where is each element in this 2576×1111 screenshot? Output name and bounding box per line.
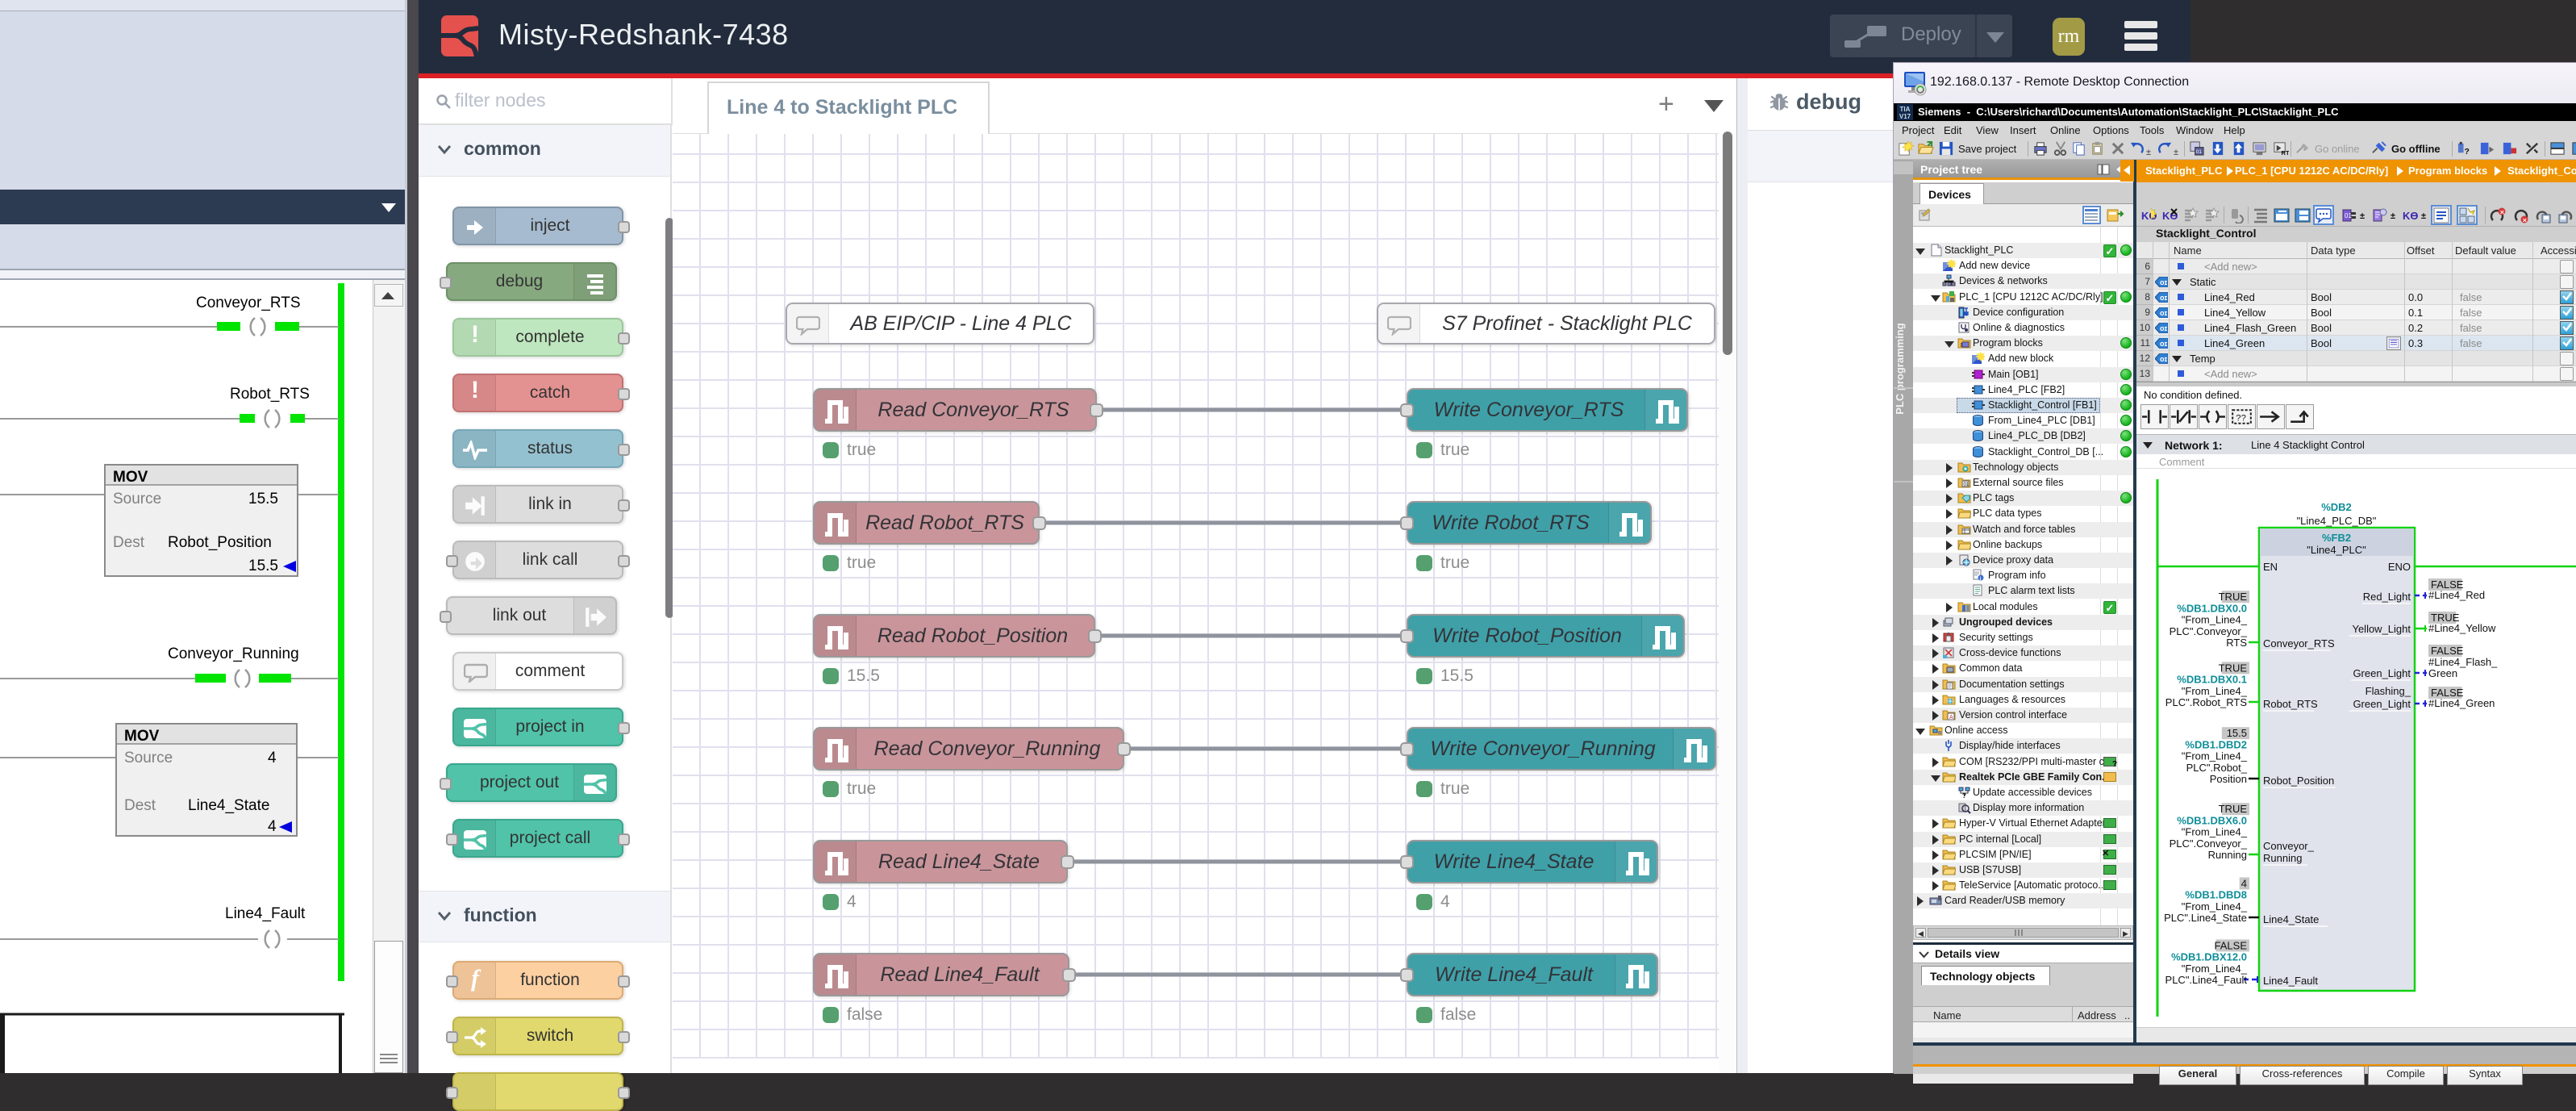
svg-text:"Line4_PLC": "Line4_PLC" (2307, 544, 2366, 556)
svg-text:PLC".Line4_State: PLC".Line4_State (2164, 912, 2247, 924)
svg-text:#Line4_Yellow: #Line4_Yellow (2428, 622, 2496, 634)
svg-text:Robot_Position: Robot_Position (2263, 775, 2334, 787)
svg-text:✕: ✕ (2523, 219, 2528, 224)
svg-text:"From_Line4_: "From_Line4_ (2182, 900, 2248, 913)
svg-text:%DB1.DBX12.0: %DB1.DBX12.0 (2171, 951, 2247, 963)
svg-text:TRUE: TRUE (2219, 662, 2248, 674)
svg-text:#Line4_Flash_: #Line4_Flash_ (2428, 656, 2498, 668)
svg-text:οɪ: οɪ (2160, 309, 2167, 317)
svg-text:RT: RT (2281, 149, 2289, 157)
svg-text:01: 01 (2196, 149, 2203, 155)
svg-text:Conveyor_: Conveyor_ (2263, 840, 2315, 852)
svg-text:Green_Light: Green_Light (2353, 667, 2411, 679)
svg-text:"From_Line4_: "From_Line4_ (2182, 614, 2248, 626)
svg-text:PLC".Conveyor_: PLC".Conveyor_ (2170, 837, 2248, 850)
svg-text:FALSE: FALSE (2431, 645, 2464, 657)
svg-text:4: 4 (2241, 877, 2247, 889)
svg-text:"Line4_PLC_DB": "Line4_PLC_DB" (2297, 515, 2377, 527)
svg-text:%DB1.DBD2: %DB1.DBD2 (2185, 738, 2247, 750)
svg-text:FALSE: FALSE (2215, 939, 2248, 951)
svg-text:%DB1.DBD8: %DB1.DBD8 (2185, 889, 2247, 901)
svg-text:01: 01 (1964, 482, 1970, 487)
svg-text:✕: ✕ (2500, 211, 2505, 216)
svg-text:TRUE: TRUE (2219, 591, 2248, 603)
svg-text:A: A (1949, 715, 1953, 720)
svg-text:Red_Light: Red_Light (2363, 591, 2411, 603)
svg-text:Robot_RTS: Robot_RTS (2263, 698, 2318, 710)
svg-text:15.5: 15.5 (2227, 727, 2247, 739)
svg-text:ENO: ENO (2388, 561, 2411, 573)
svg-text:KƟ: KƟ (2162, 210, 2178, 222)
svg-text:PLC".Conveyor_: PLC".Conveyor_ (2170, 625, 2248, 637)
svg-text:%DB2: %DB2 (2321, 501, 2352, 513)
svg-text:οɪ: οɪ (2160, 324, 2167, 332)
svg-text:Conveyor_RTS: Conveyor_RTS (2263, 637, 2335, 649)
svg-text:οɪ: οɪ (2160, 355, 2167, 363)
svg-text:%DB1.DBX0.0: %DB1.DBX0.0 (2177, 602, 2247, 614)
svg-text:#Line4_Red: #Line4_Red (2428, 589, 2485, 601)
svg-text:%DB1.DBX0.1: %DB1.DBX0.1 (2177, 674, 2247, 686)
svg-text:"From_Line4_: "From_Line4_ (2182, 750, 2248, 762)
svg-text:οɪ: οɪ (2160, 294, 2167, 302)
svg-text:οɪ: οɪ (2160, 340, 2167, 348)
svg-text:PLC".Robot_RTS: PLC".Robot_RTS (2165, 696, 2248, 708)
svg-text:EN: EN (2263, 561, 2278, 573)
svg-text:Yellow_Light: Yellow_Light (2352, 623, 2411, 635)
svg-text:Green_Light: Green_Light (2353, 698, 2411, 710)
svg-text:Line4_State: Line4_State (2263, 913, 2319, 925)
svg-text:%FB2: %FB2 (2322, 532, 2351, 544)
svg-text:οɪ: οɪ (2160, 278, 2167, 286)
svg-text:01: 01 (2345, 212, 2352, 219)
svg-text:??: ?? (2236, 414, 2246, 424)
svg-text:PLC".Robot_: PLC".Robot_ (2186, 762, 2248, 774)
svg-text:PLC".Line4_Fault: PLC".Line4_Fault (2165, 974, 2248, 986)
svg-text:%DB1.DBX6.0: %DB1.DBX6.0 (2177, 814, 2247, 826)
svg-text:?: ? (1962, 792, 1966, 799)
svg-text:Green: Green (2428, 667, 2457, 679)
svg-text:Flashing_: Flashing_ (2366, 685, 2411, 697)
svg-text:KƟ: KƟ (2403, 210, 2419, 222)
svg-text:"From_Line4_: "From_Line4_ (2182, 685, 2248, 697)
svg-text:#Line4_Green: #Line4_Green (2428, 697, 2495, 709)
svg-text:Running: Running (2208, 849, 2247, 861)
svg-text:"From_Line4_: "From_Line4_ (2182, 963, 2248, 975)
svg-text:"From_Line4_: "From_Line4_ (2182, 826, 2248, 838)
svg-text:TRUE: TRUE (2219, 803, 2248, 815)
svg-text:RTS: RTS (2226, 637, 2247, 649)
svg-text:?: ? (2465, 148, 2470, 157)
svg-text:Running: Running (2263, 852, 2302, 864)
svg-text:Position: Position (2210, 773, 2247, 785)
svg-text:Line4_Fault: Line4_Fault (2263, 975, 2318, 987)
